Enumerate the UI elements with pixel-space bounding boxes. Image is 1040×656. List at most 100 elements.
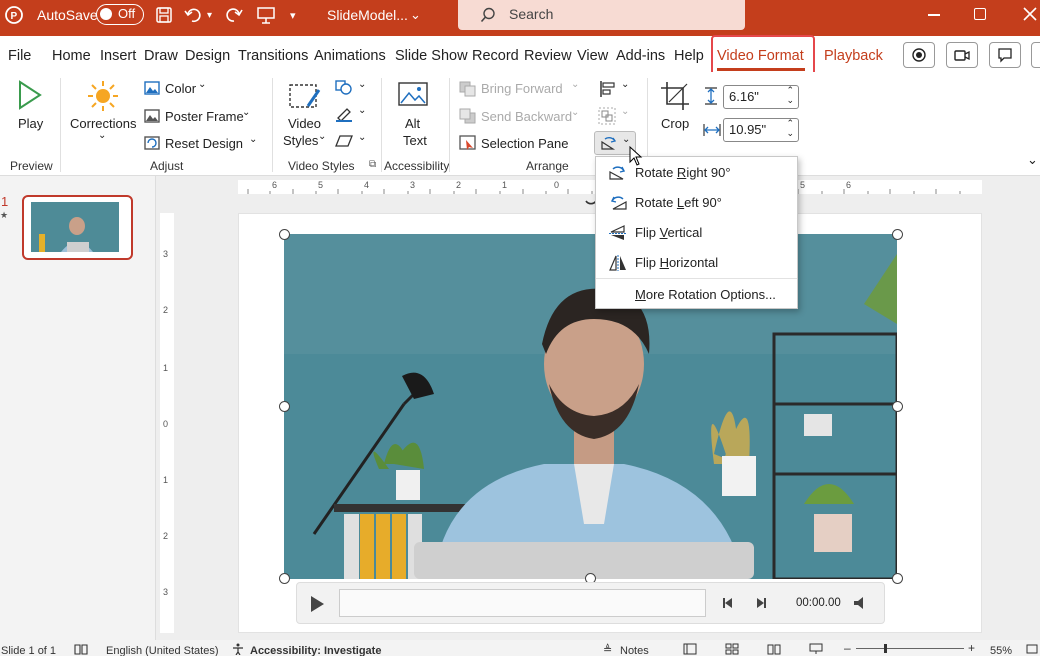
video-border-icon[interactable]: [335, 106, 353, 122]
zoom-out-icon[interactable]: –: [844, 641, 851, 655]
redo-icon[interactable]: [224, 6, 244, 24]
ribbon-collapse-icon[interactable]: ⌄: [1027, 152, 1038, 168]
language-indicator[interactable]: English (United States): [106, 645, 219, 656]
tab-file[interactable]: File: [8, 48, 31, 64]
menu-item-flip-vertical[interactable]: Flip Vertical: [596, 219, 797, 247]
video-effects-icon[interactable]: [335, 134, 353, 148]
customize-toolbar-icon[interactable]: ▾: [290, 0, 296, 30]
play-button-label[interactable]: Play: [18, 116, 43, 131]
poster-frame-button[interactable]: Poster Frame: [165, 109, 244, 124]
align-icon[interactable]: [598, 80, 616, 98]
resize-handle-left[interactable]: [279, 401, 290, 412]
shape-height-field[interactable]: 6.16"⌃⌄: [723, 85, 799, 109]
resize-handle-top-right[interactable]: [892, 229, 903, 240]
tab-help[interactable]: Help: [674, 48, 704, 64]
tab-design[interactable]: Design: [185, 48, 230, 64]
crop-label[interactable]: Crop: [661, 116, 689, 131]
undo-icon[interactable]: [184, 6, 204, 24]
slide-sorter-icon[interactable]: [725, 643, 739, 655]
align-dropdown-icon[interactable]: ⌄: [621, 79, 629, 90]
comments-button[interactable]: [989, 42, 1021, 68]
notes-button[interactable]: Notes: [620, 645, 649, 656]
search-box[interactable]: Search: [458, 0, 745, 30]
record-button[interactable]: [903, 42, 935, 68]
poster-frame-dropdown-icon[interactable]: ⌄: [242, 107, 250, 118]
slideshow-view-icon[interactable]: [809, 643, 823, 655]
tab-home[interactable]: Home: [52, 48, 91, 64]
tab-insert[interactable]: Insert: [100, 48, 136, 64]
video-styles-icon[interactable]: [288, 82, 322, 112]
spelling-book-icon[interactable]: [74, 643, 88, 655]
shape-width-field[interactable]: 10.95"⌃⌄: [723, 118, 799, 142]
reading-view-icon[interactable]: [767, 643, 781, 655]
corrections-dropdown-icon[interactable]: ⌄: [98, 130, 106, 141]
video-progress-bar[interactable]: [339, 589, 706, 617]
video-border-dropdown-icon[interactable]: ⌄: [358, 105, 366, 116]
file-name-chevron-icon[interactable]: ⌄: [410, 0, 421, 30]
zoom-slider-thumb[interactable]: [884, 644, 887, 653]
reset-design-dropdown-icon[interactable]: ⌄: [249, 134, 257, 145]
step-forward-icon[interactable]: [753, 597, 767, 609]
resize-handle-right[interactable]: [892, 401, 903, 412]
teams-button[interactable]: [946, 42, 978, 68]
undo-dropdown-icon[interactable]: ▾: [207, 0, 212, 30]
zoom-in-icon[interactable]: +: [968, 641, 975, 655]
group-objects-icon[interactable]: [598, 107, 616, 125]
alt-text-label-2[interactable]: Text: [403, 133, 427, 148]
crop-icon[interactable]: [660, 81, 690, 111]
menu-item-rotate-left[interactable]: Rotate Left 90°: [596, 189, 797, 217]
menu-item-more-rotation-options[interactable]: More Rotation Options...: [596, 281, 797, 309]
minimize-icon[interactable]: [928, 14, 940, 16]
video-shape-dropdown-icon[interactable]: ⌄: [358, 79, 366, 90]
close-icon[interactable]: [1023, 7, 1037, 21]
zoom-level[interactable]: 55%: [990, 645, 1012, 656]
normal-view-icon[interactable]: [683, 643, 697, 655]
bring-forward-button[interactable]: Bring Forward: [481, 81, 563, 96]
video-styles-label-2[interactable]: Styles: [283, 133, 318, 148]
share-button[interactable]: [1031, 42, 1040, 68]
tab-animations[interactable]: Animations: [314, 48, 386, 64]
file-name[interactable]: SlideModel...: [327, 0, 408, 30]
reset-design-button[interactable]: Reset Design: [165, 136, 243, 151]
step-back-icon[interactable]: [722, 597, 736, 609]
send-backward-dropdown-icon[interactable]: ⌄: [571, 107, 579, 118]
maximize-icon[interactable]: [974, 8, 986, 20]
send-backward-button[interactable]: Send Backward: [481, 109, 572, 124]
tab-playback[interactable]: Playback: [824, 48, 883, 64]
zoom-slider[interactable]: [856, 648, 964, 649]
corrections-sun-icon[interactable]: [87, 80, 119, 112]
volume-icon[interactable]: [853, 597, 867, 609]
tab-review[interactable]: Review: [524, 48, 572, 64]
width-spinner-icon[interactable]: ⌃⌄: [786, 118, 794, 138]
tab-slide-show[interactable]: Slide Show: [395, 48, 468, 64]
autosave-toggle[interactable]: Off: [96, 4, 144, 25]
present-icon[interactable]: [256, 5, 276, 25]
video-styles-dropdown-icon[interactable]: ⌄: [318, 131, 326, 142]
tab-add-ins[interactable]: Add-ins: [616, 48, 665, 64]
tab-record[interactable]: Record: [472, 48, 519, 64]
video-shape-icon[interactable]: [335, 80, 353, 96]
dialog-launcher-icon[interactable]: ⧉: [369, 159, 376, 170]
tab-draw[interactable]: Draw: [144, 48, 178, 64]
alt-text-icon[interactable]: [398, 82, 432, 112]
menu-item-flip-horizontal[interactable]: Flip Horizontal: [596, 249, 797, 277]
color-button[interactable]: Color: [165, 81, 196, 96]
resize-handle-bottom-left[interactable]: [279, 573, 290, 584]
video-play-icon[interactable]: [309, 595, 325, 613]
group-dropdown-icon[interactable]: ⌄: [621, 106, 629, 117]
height-spinner-icon[interactable]: ⌃⌄: [786, 85, 794, 105]
video-object[interactable]: [284, 234, 897, 579]
fit-to-window-icon[interactable]: [1025, 643, 1039, 655]
play-icon[interactable]: [17, 80, 43, 110]
video-styles-label-1[interactable]: Video: [288, 116, 321, 131]
corrections-label[interactable]: Corrections: [70, 116, 136, 131]
save-icon[interactable]: [155, 6, 173, 24]
slide-thumbnail-1[interactable]: [22, 195, 133, 260]
tab-view[interactable]: View: [577, 48, 608, 64]
tab-transitions[interactable]: Transitions: [238, 48, 308, 64]
resize-handle-bottom-right[interactable]: [892, 573, 903, 584]
bring-forward-dropdown-icon[interactable]: ⌄: [571, 79, 579, 90]
color-dropdown-icon[interactable]: ⌄: [198, 79, 206, 90]
resize-handle-top-left[interactable]: [279, 229, 290, 240]
selection-pane-button[interactable]: Selection Pane: [481, 136, 568, 151]
